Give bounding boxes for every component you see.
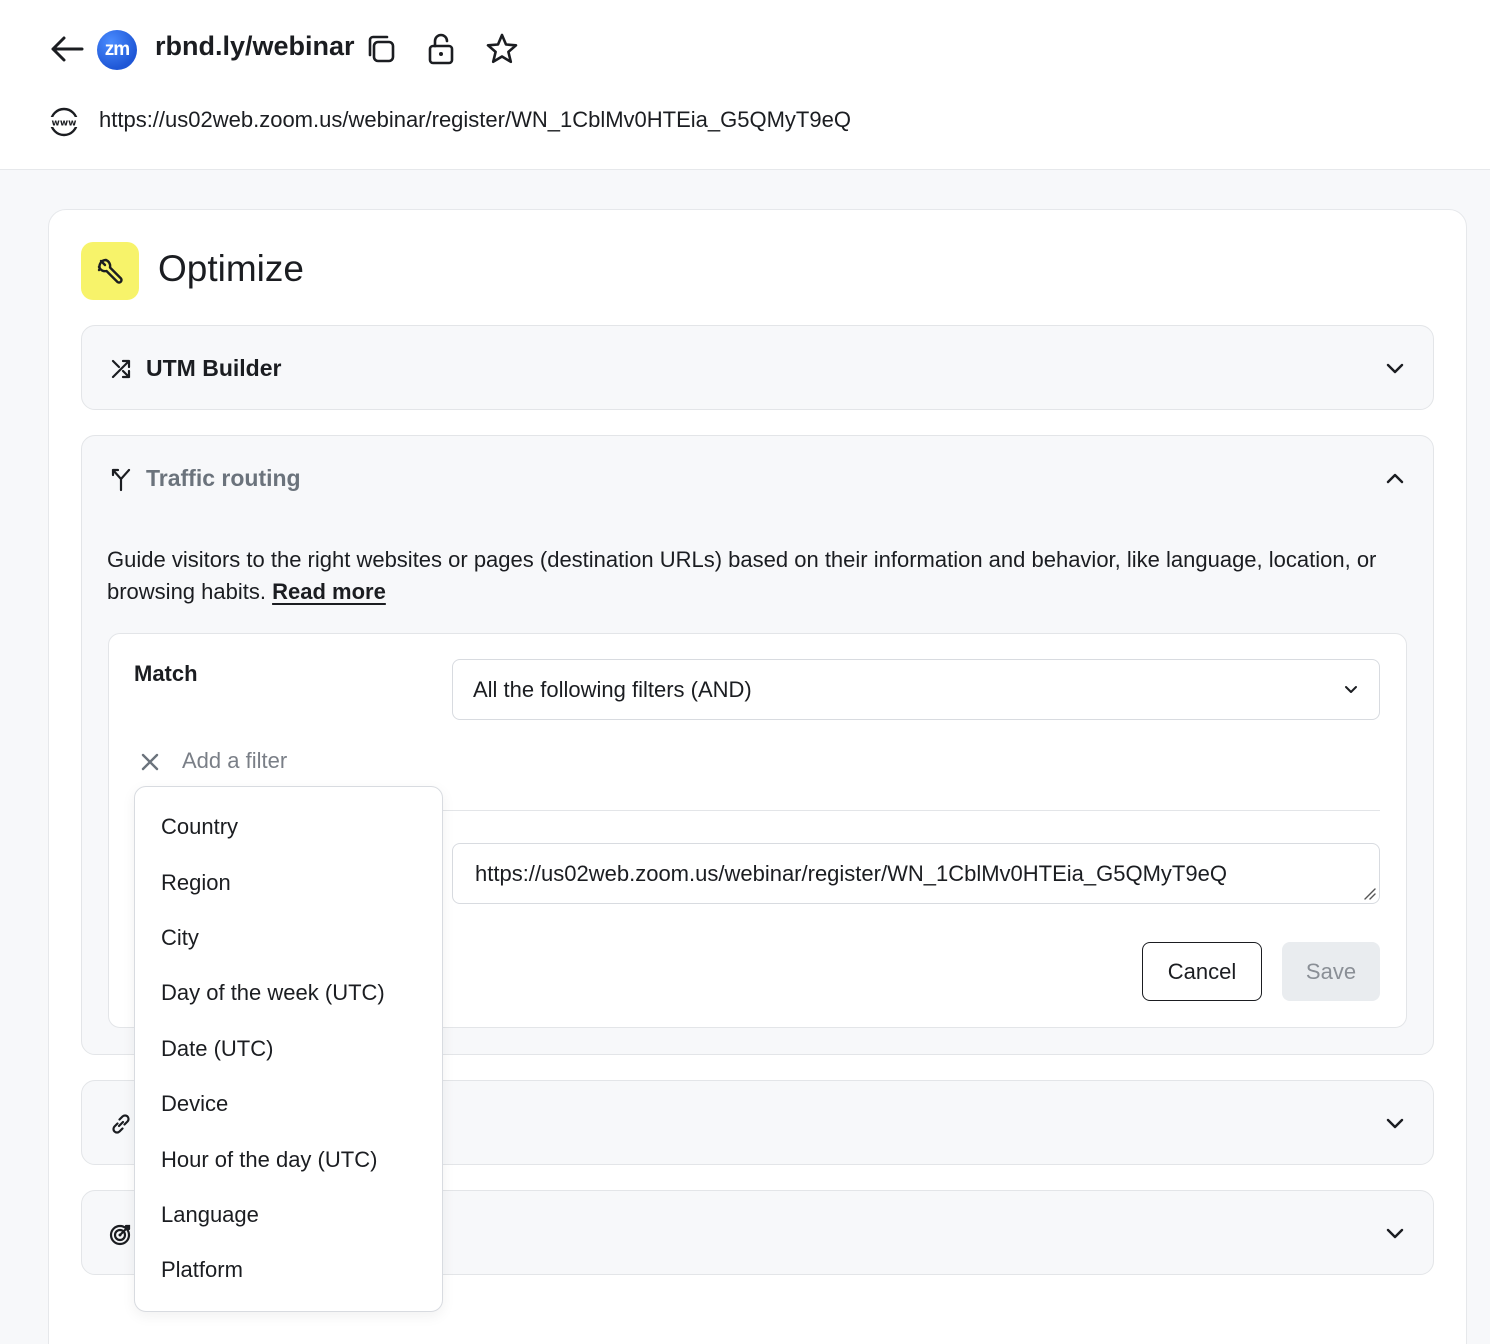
- destination-url-value: https://us02web.zoom.us/webinar/register…: [475, 861, 1227, 886]
- link-icon: [108, 1111, 134, 1137]
- close-icon[interactable]: [137, 749, 163, 775]
- filter-option-date[interactable]: Date (UTC): [161, 1036, 273, 1062]
- filter-option-city[interactable]: City: [161, 925, 199, 951]
- resize-handle-icon[interactable]: [1362, 886, 1376, 900]
- chevron-down-icon[interactable]: [1383, 356, 1407, 380]
- add-filter-input[interactable]: Add a filter: [182, 748, 287, 774]
- split-route-icon: [108, 466, 134, 492]
- filter-option-platform[interactable]: Platform: [161, 1257, 243, 1283]
- chevron-down-icon[interactable]: [1383, 1221, 1407, 1245]
- shuffle-icon: [108, 356, 134, 382]
- copy-icon[interactable]: [362, 30, 400, 68]
- svg-text:www: www: [52, 119, 77, 129]
- optimize-title: Optimize: [158, 248, 304, 289]
- filter-option-country[interactable]: Country: [161, 814, 238, 840]
- wrench-icon: [81, 242, 139, 300]
- filter-option-region[interactable]: Region: [161, 870, 231, 896]
- short-link-title: rbnd.ly/webinar: [155, 31, 355, 61]
- filter-option-hour-of-day[interactable]: Hour of the day (UTC): [161, 1147, 377, 1173]
- filter-option-day-of-week[interactable]: Day of the week (UTC): [161, 980, 385, 1006]
- match-label: Match: [134, 661, 198, 686]
- read-more-link[interactable]: Read more: [272, 579, 386, 604]
- target-icon: [108, 1221, 134, 1247]
- destination-url-field[interactable]: https://us02web.zoom.us/webinar/register…: [452, 843, 1380, 904]
- unlock-icon[interactable]: [422, 30, 460, 68]
- divider: [442, 810, 1380, 811]
- zoom-favicon: zm: [97, 30, 137, 70]
- save-button[interactable]: Save: [1282, 942, 1380, 1001]
- chevron-down-icon: [1341, 680, 1361, 700]
- filter-option-language[interactable]: Language: [161, 1202, 259, 1228]
- traffic-routing-description: Guide visitors to the right websites or …: [107, 544, 1397, 608]
- filter-option-device[interactable]: Device: [161, 1091, 228, 1117]
- match-select[interactable]: All the following filters (AND): [452, 659, 1380, 720]
- link-header: zm rbnd.ly/webinar www https://us02web.z…: [0, 0, 1490, 170]
- chevron-up-icon[interactable]: [1383, 466, 1407, 490]
- star-icon[interactable]: [483, 30, 521, 68]
- match-select-value: All the following filters (AND): [473, 677, 752, 702]
- back-arrow-icon[interactable]: [48, 30, 86, 68]
- globe-www-icon: www: [47, 105, 81, 139]
- utm-builder-title: UTM Builder: [146, 355, 282, 381]
- destination-url[interactable]: https://us02web.zoom.us/webinar/register…: [99, 107, 851, 133]
- chevron-down-icon[interactable]: [1383, 1111, 1407, 1135]
- traffic-routing-title[interactable]: Traffic routing: [146, 465, 301, 492]
- utm-builder-section[interactable]: UTM Builder: [81, 325, 1434, 410]
- filter-options-dropdown: Country Region City Day of the week (UTC…: [134, 786, 443, 1312]
- cancel-button[interactable]: Cancel: [1142, 942, 1262, 1001]
